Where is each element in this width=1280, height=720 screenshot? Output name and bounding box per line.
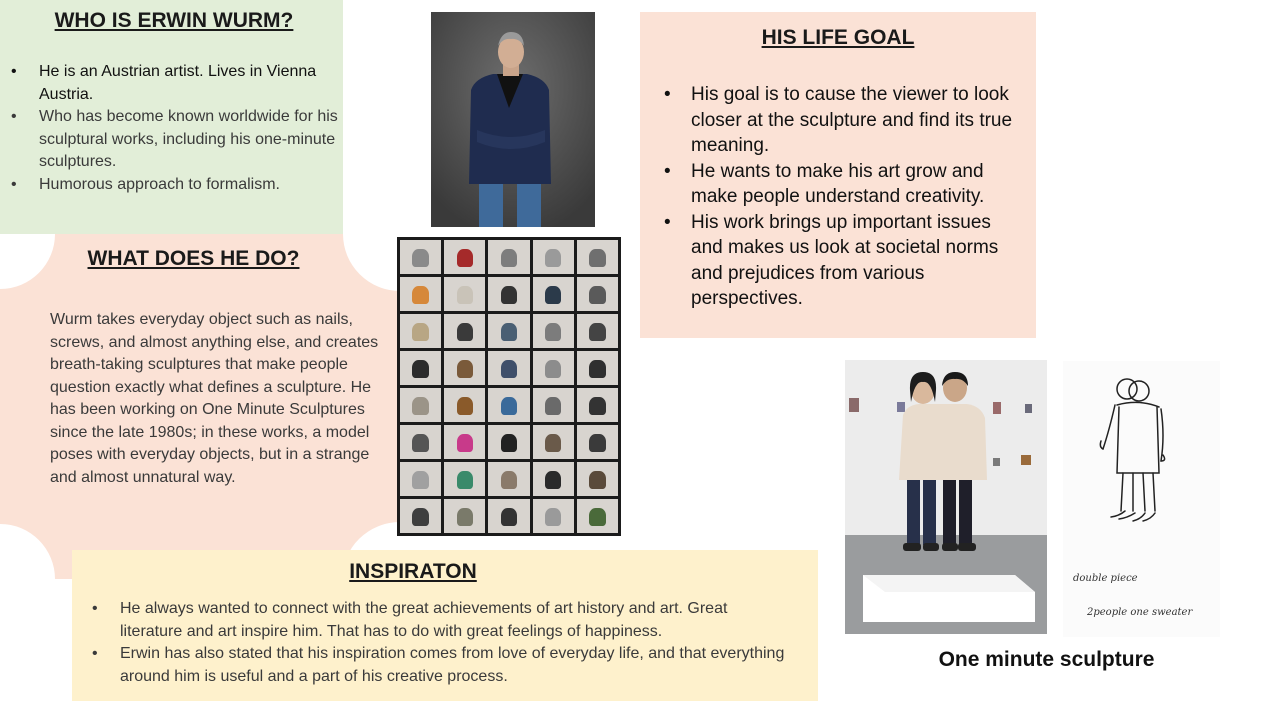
sculpture-thumbnail	[576, 425, 618, 459]
sculpture-thumbnail	[444, 462, 486, 496]
sculpture-thumbnail	[576, 314, 618, 348]
sculpture-thumbnail	[488, 240, 530, 274]
sculpture-thumbnail	[576, 462, 618, 496]
one-minute-sculpture-photo	[845, 360, 1047, 634]
sculpture-thumbnail	[488, 277, 530, 311]
life-goal-section: HIS LIFE GOAL His goal is to cause the v…	[640, 12, 1036, 338]
sculpture-thumbnail	[576, 277, 618, 311]
sculpture-thumbnail	[532, 240, 574, 274]
sculpture-thumbnail	[400, 425, 442, 459]
who-bullet: Humorous approach to formalism.	[11, 174, 341, 197]
sculpture-thumbnail	[400, 314, 442, 348]
sculpture-thumbnail	[488, 425, 530, 459]
sketch-note: double piece	[1073, 573, 1138, 584]
who-list: He is an Austrian artist. Lives in Vienn…	[11, 61, 341, 196]
sculpture-thumbnail	[444, 314, 486, 348]
sculpture-thumbnail	[532, 314, 574, 348]
inspiration-list: He always wanted to connect with the gre…	[92, 598, 792, 688]
what-title: WHAT DOES HE DO?	[87, 247, 300, 270]
sculpture-thumbnail	[532, 425, 574, 459]
sculpture-thumbnail	[444, 388, 486, 422]
sculpture-thumbnail	[444, 351, 486, 385]
sculpture-thumbnail	[488, 462, 530, 496]
artist-portrait-photo	[431, 12, 595, 227]
sculpture-thumbnail	[576, 388, 618, 422]
inspiration-bullet: Erwin has also stated that his inspirati…	[92, 643, 792, 688]
goal-bullet: His work brings up important issues and …	[664, 210, 1014, 312]
sculpture-photo-grid	[397, 237, 621, 536]
sketch-note: 2people one sweater	[1087, 607, 1193, 618]
goal-list: His goal is to cause the viewer to look …	[664, 82, 1014, 312]
sculpture-thumbnail	[532, 499, 574, 533]
sculpture-thumbnail	[488, 351, 530, 385]
sculpture-thumbnail	[444, 425, 486, 459]
sculpture-thumbnail	[400, 240, 442, 274]
sculpture-thumbnail	[400, 499, 442, 533]
sculpture-thumbnail	[532, 388, 574, 422]
sculpture-thumbnail	[488, 314, 530, 348]
sculpture-thumbnail	[400, 351, 442, 385]
who-is-section: WHO IS ERWIN WURM? He is an Austrian art…	[0, 0, 343, 234]
goal-bullet: His goal is to cause the viewer to look …	[664, 82, 1014, 159]
sculpture-thumbnail	[532, 462, 574, 496]
double-piece-sketch: double piece 2people one sweater	[1063, 361, 1220, 637]
inspiration-section: INSPIRATON He always wanted to connect w…	[72, 550, 818, 701]
sculpture-thumbnail	[444, 240, 486, 274]
sculpture-thumbnail	[532, 351, 574, 385]
sculpture-thumbnail	[532, 277, 574, 311]
sculpture-caption: One minute sculpture	[938, 648, 1155, 671]
sculpture-thumbnail	[400, 277, 442, 311]
sculpture-thumbnail	[444, 277, 486, 311]
sculpture-thumbnail	[576, 240, 618, 274]
sculpture-thumbnail	[576, 351, 618, 385]
who-bullet: Who has become known worldwide for his s…	[11, 106, 341, 174]
sculpture-thumbnail	[400, 462, 442, 496]
sculpture-thumbnail	[444, 499, 486, 533]
sculpture-thumbnail	[488, 499, 530, 533]
inspiration-title: INSPIRATON	[349, 560, 477, 583]
sculpture-thumbnail	[576, 499, 618, 533]
goal-bullet: He wants to make his art grow and make p…	[664, 159, 1014, 210]
who-title: WHO IS ERWIN WURM?	[54, 9, 294, 32]
sculpture-thumbnail	[400, 388, 442, 422]
who-bullet: He is an Austrian artist. Lives in Vienn…	[11, 61, 341, 106]
goal-title: HIS LIFE GOAL	[761, 26, 915, 49]
sculpture-thumbnail	[488, 388, 530, 422]
what-text: Wurm takes everyday object such as nails…	[50, 311, 379, 486]
inspiration-bullet: He always wanted to connect with the gre…	[92, 598, 792, 643]
